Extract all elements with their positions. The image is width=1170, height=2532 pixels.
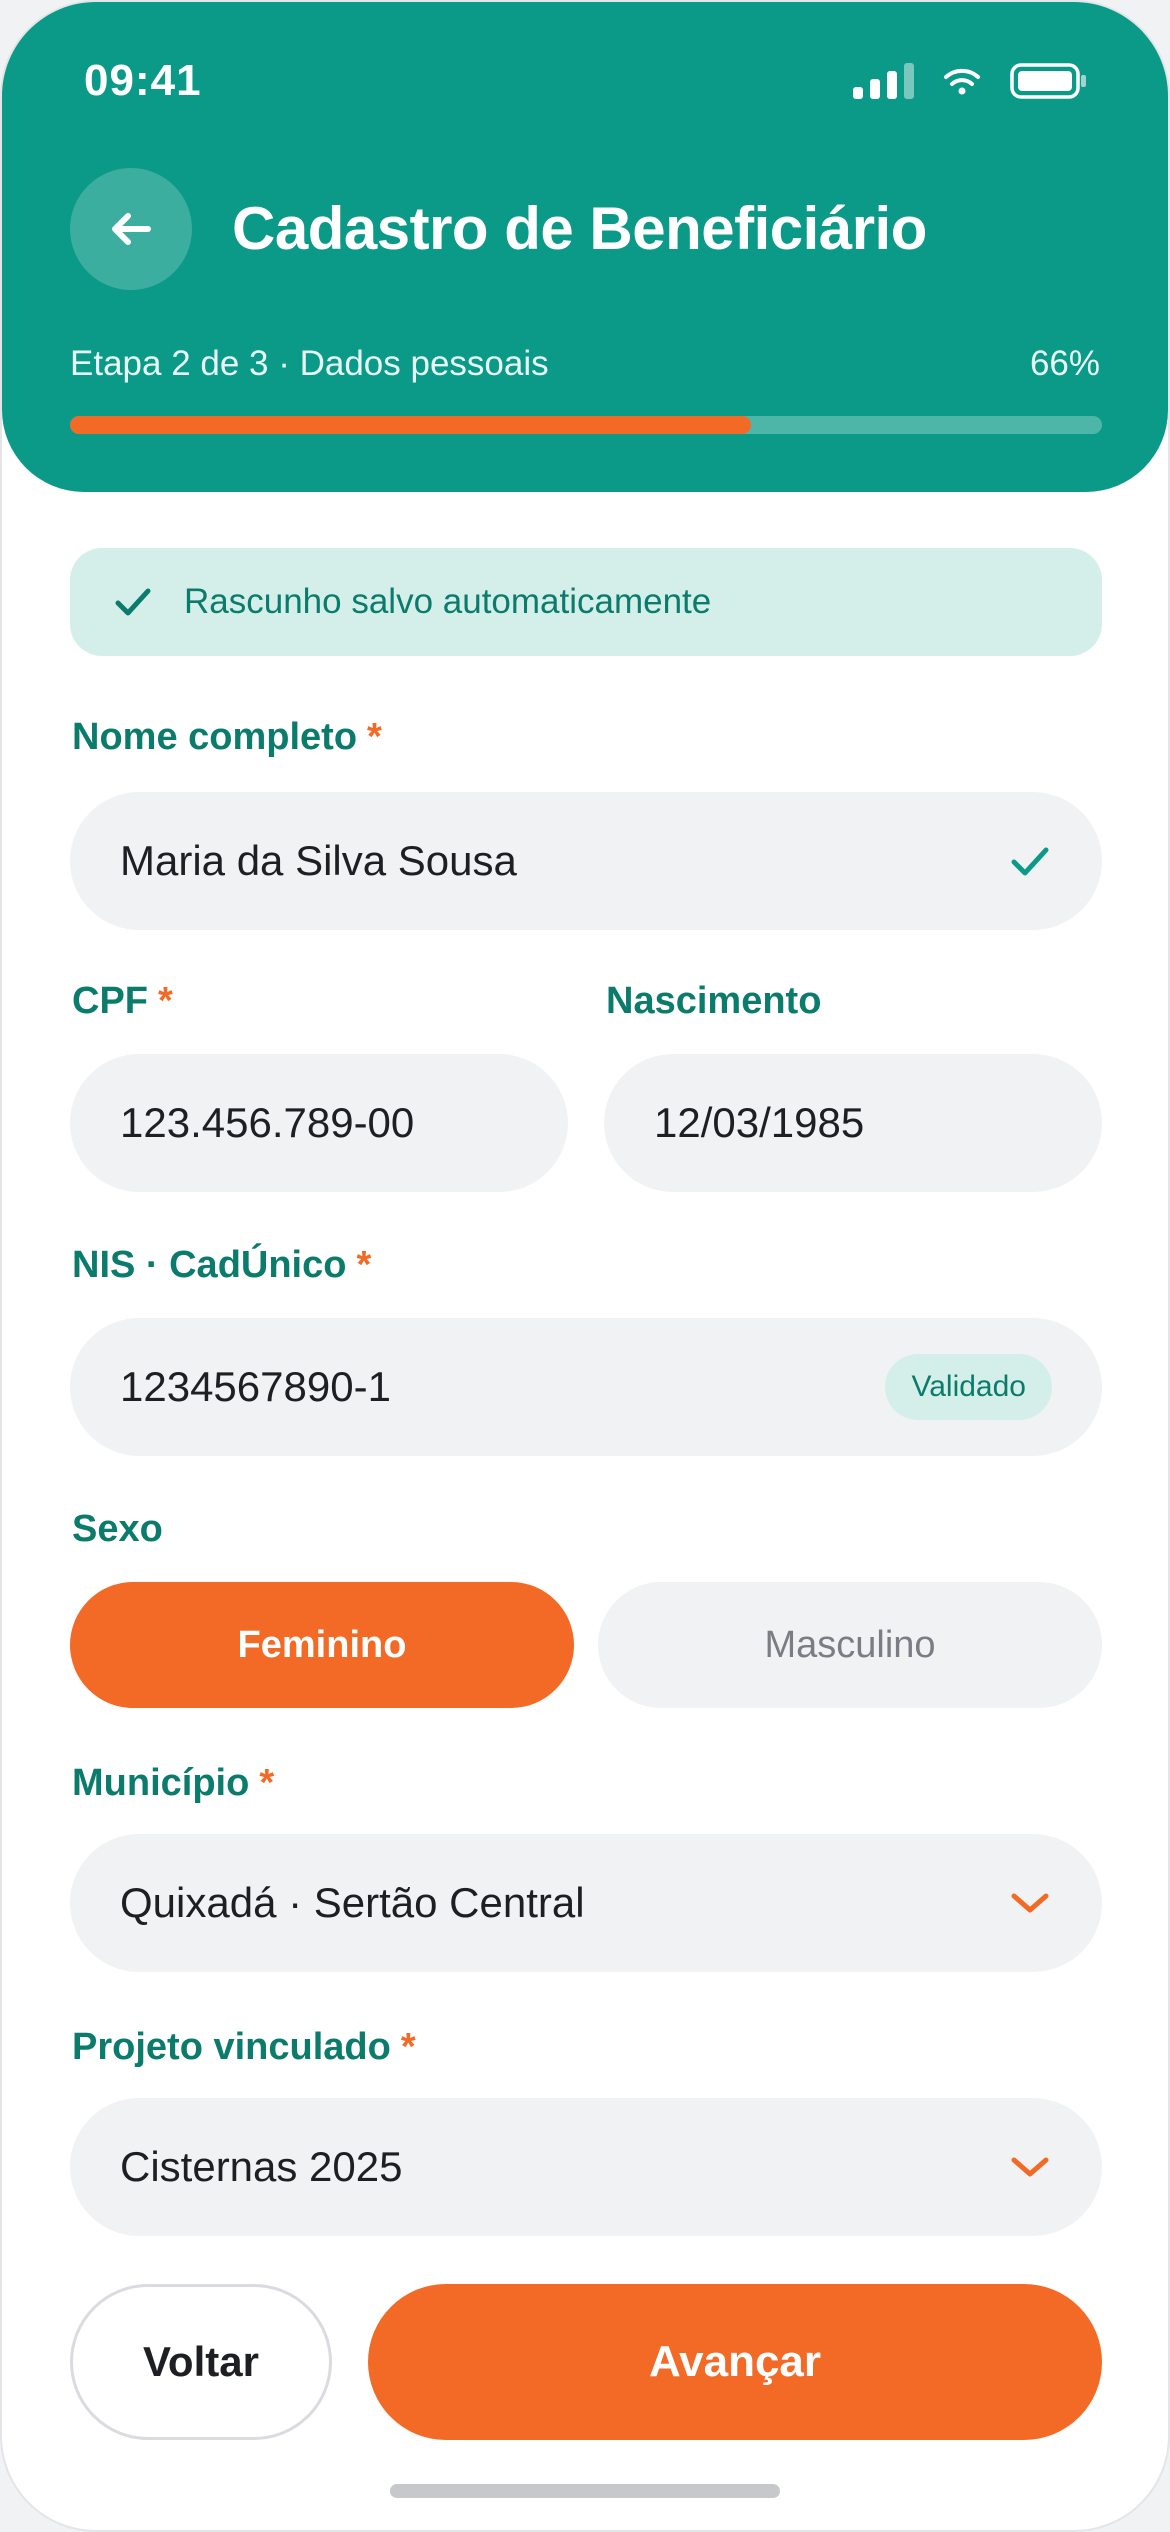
required-mark: * <box>356 1244 372 1286</box>
home-indicator <box>390 2484 780 2498</box>
project-select[interactable]: Cisternas 2025 <box>70 2098 1102 2236</box>
required-mark: * <box>259 1762 275 1804</box>
required-mark: * <box>367 716 382 758</box>
wifi-icon <box>944 68 980 95</box>
name-label-text: Nome completo <box>72 716 358 758</box>
progress-bar <box>70 416 1102 434</box>
validated-badge: Validado <box>885 1354 1052 1420</box>
page-title: Cadastro de Beneficiário <box>232 195 927 262</box>
cpf-value: 123.456.789-00 <box>120 1099 415 1146</box>
arrow-left-icon <box>112 213 151 245</box>
birth-field[interactable]: 12/03/1985 <box>604 1054 1102 1192</box>
back-button[interactable] <box>70 168 192 290</box>
autosave-banner: Rascunho salvo automaticamente <box>70 548 1102 656</box>
chevron-down-icon <box>1011 1893 1049 1913</box>
birth-label: Nascimento <box>606 980 821 1023</box>
project-label: Projeto vinculado * <box>72 2026 416 2069</box>
required-mark: * <box>158 980 173 1022</box>
cpf-label: CPF * <box>72 980 173 1023</box>
city-label-text: Município <box>72 1762 250 1804</box>
required-mark: * <box>400 2026 416 2068</box>
check-icon <box>1011 847 1049 876</box>
chevron-down-icon <box>1011 2157 1049 2177</box>
name-value: Maria da Silva Sousa <box>120 837 517 884</box>
progress-percent: 66% <box>1029 344 1100 383</box>
step-label: Etapa 2 de 3 · Dados pessoais <box>70 344 549 383</box>
birth-label-text: Nascimento <box>606 980 822 1022</box>
autosave-text: Rascunho salvo automaticamente <box>184 582 712 621</box>
birth-value: 12/03/1985 <box>654 1099 865 1146</box>
next-step-button[interactable]: Avançar <box>368 2284 1102 2440</box>
status-icons <box>853 62 1088 100</box>
nis-label-text: NIS · CadÚnico <box>72 1244 347 1286</box>
name-label: Nome completo * <box>72 716 382 759</box>
signal-icon <box>853 63 914 99</box>
progress-fill <box>70 416 752 434</box>
nis-label: NIS · CadÚnico * <box>72 1244 371 1287</box>
cpf-label-text: CPF <box>72 980 148 1022</box>
sex-label: Sexo <box>72 1508 163 1551</box>
city-select[interactable]: Quixadá · Sertão Central <box>70 1834 1102 1972</box>
city-label: Município * <box>72 1762 274 1805</box>
check-icon <box>115 588 151 616</box>
nis-value: 1234567890-1 <box>120 1363 391 1410</box>
status-time: 09:41 <box>84 56 202 105</box>
sex-option-feminino[interactable]: Feminino <box>70 1582 574 1708</box>
app-screen: 09:41 Cadastro de Beneficiário Etapa 2 d… <box>0 0 1170 2532</box>
sex-label-text: Sexo <box>72 1508 163 1550</box>
nis-field[interactable]: 1234567890-1 Validado <box>70 1318 1102 1456</box>
header: 09:41 Cadastro de Beneficiário Etapa 2 d… <box>2 2 1168 492</box>
back-step-button[interactable]: Voltar <box>70 2284 332 2440</box>
city-value: Quixadá · Sertão Central <box>120 1879 585 1926</box>
battery-icon <box>1010 63 1086 99</box>
project-value: Cisternas 2025 <box>120 2143 403 2190</box>
project-label-text: Projeto vinculado <box>72 2026 391 2068</box>
name-field[interactable]: Maria da Silva Sousa <box>70 792 1102 930</box>
cpf-field[interactable]: 123.456.789-00 <box>70 1054 568 1192</box>
sex-option-masculino[interactable]: Masculino <box>598 1582 1102 1708</box>
